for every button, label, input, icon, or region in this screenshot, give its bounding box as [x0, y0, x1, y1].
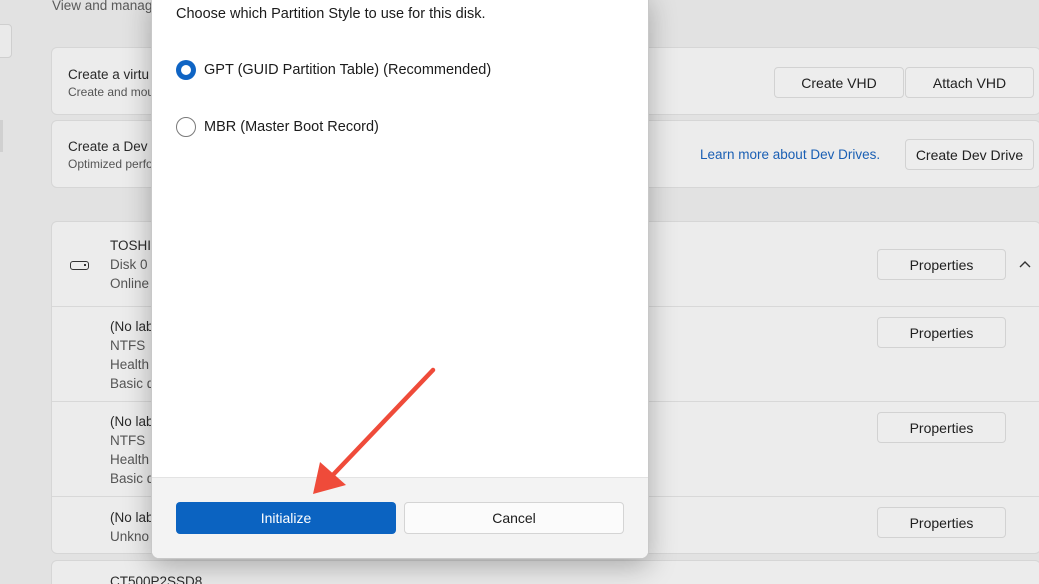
annotation-arrow-icon: [313, 367, 436, 494]
